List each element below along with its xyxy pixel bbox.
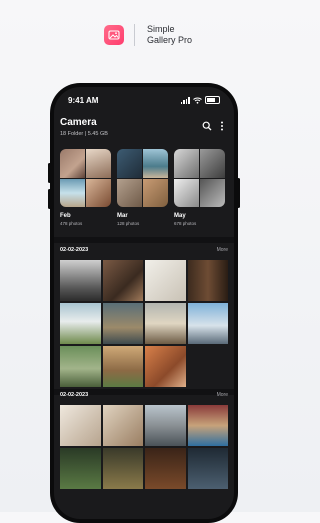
photo-thumbnail[interactable]	[145, 448, 186, 489]
photo-thumbnail[interactable]	[102, 448, 143, 489]
search-icon[interactable]	[202, 121, 212, 131]
album-photo	[174, 178, 199, 207]
image-icon	[108, 30, 120, 40]
brand-name: Simple Gallery Pro	[147, 24, 192, 46]
album-photo	[143, 178, 168, 207]
more-link[interactable]: More	[217, 247, 228, 253]
album-thumbnail-grid	[174, 149, 225, 207]
album-count: 478 photos	[60, 221, 83, 226]
folder-info: 18 Folder | 5.45 GB	[60, 131, 108, 137]
app-screen: 9:41 AM Camera 18 Folder | 5.45 GB Feb 4…	[54, 87, 234, 519]
photo-thumbnail[interactable]	[60, 303, 101, 344]
album-photo	[200, 149, 225, 178]
volume-down-button	[48, 189, 51, 209]
photo-thumbnail[interactable]	[60, 448, 101, 489]
album-photo	[174, 149, 199, 178]
album-name: May	[174, 213, 186, 219]
battery-icon	[205, 96, 220, 104]
photo-thumbnail[interactable]	[145, 346, 186, 387]
photo-thumbnail[interactable]	[102, 303, 143, 344]
album-photo	[60, 178, 85, 207]
album-carousel: Feb 478 photos Mar 128 photos May 678 ph…	[60, 149, 228, 235]
status-time: 9:41 AM	[68, 96, 99, 105]
section-date: 02-02-2023	[60, 392, 89, 398]
album-card[interactable]: May 678 photos	[174, 149, 225, 235]
photo-thumbnail[interactable]	[187, 260, 228, 301]
photo-thumbnail[interactable]	[145, 303, 186, 344]
album-thumbnail-grid	[60, 149, 111, 207]
photo-thumbnail[interactable]	[102, 346, 143, 387]
album-photo	[60, 149, 85, 178]
page-title: Camera	[60, 117, 97, 128]
album-count: 678 photos	[174, 221, 197, 226]
photo-thumbnail[interactable]	[187, 346, 228, 387]
date-header: 02-02-2023 More	[60, 247, 228, 257]
phone-frame: 9:41 AM Camera 18 Folder | 5.45 GB Feb 4…	[48, 83, 240, 523]
album-photo	[143, 149, 168, 178]
album-card[interactable]: Feb 478 photos	[60, 149, 111, 235]
photo-thumbnail[interactable]	[187, 405, 228, 446]
brand-divider	[134, 24, 135, 46]
more-vert-icon[interactable]	[220, 121, 224, 131]
brand-line-2: Gallery Pro	[147, 35, 193, 45]
volume-up-button	[48, 163, 51, 183]
photo-thumbnail[interactable]	[102, 405, 143, 446]
album-photo	[86, 178, 111, 207]
photo-thumbnail[interactable]	[60, 405, 101, 446]
album-thumbnail-grid	[117, 149, 168, 207]
photo-thumbnail[interactable]	[145, 405, 186, 446]
album-count: 128 photos	[117, 221, 140, 226]
section-date: 02-02-2023	[60, 247, 89, 253]
brand-header: Simple Gallery Pro	[104, 24, 192, 46]
date-header: 02-02-2023 More	[60, 392, 228, 402]
section-separator	[54, 237, 234, 243]
top-app-bar: Camera 18 Folder | 5.45 GB	[54, 115, 234, 141]
photo-grid	[60, 405, 228, 489]
photo-thumbnail[interactable]	[102, 260, 143, 301]
album-card[interactable]: Mar 128 photos	[117, 149, 168, 235]
signal-icon	[180, 96, 190, 104]
photo-thumbnail[interactable]	[187, 448, 228, 489]
photo-thumbnail[interactable]	[60, 260, 101, 301]
wifi-icon	[193, 97, 202, 104]
album-photo	[86, 149, 111, 178]
album-photo	[117, 178, 142, 207]
album-name: Mar	[117, 213, 128, 219]
status-icons	[180, 96, 220, 104]
brand-line-1: Simple	[147, 24, 175, 34]
album-photo	[117, 149, 142, 178]
photo-grid	[60, 260, 228, 387]
status-bar: 9:41 AM	[54, 95, 234, 109]
photo-thumbnail[interactable]	[187, 303, 228, 344]
album-name: Feb	[60, 213, 71, 219]
photo-thumbnail[interactable]	[60, 346, 101, 387]
app-logo-icon	[104, 25, 124, 45]
power-button	[237, 178, 240, 208]
album-photo	[200, 178, 225, 207]
more-link[interactable]: More	[217, 392, 228, 398]
photo-thumbnail[interactable]	[145, 260, 186, 301]
